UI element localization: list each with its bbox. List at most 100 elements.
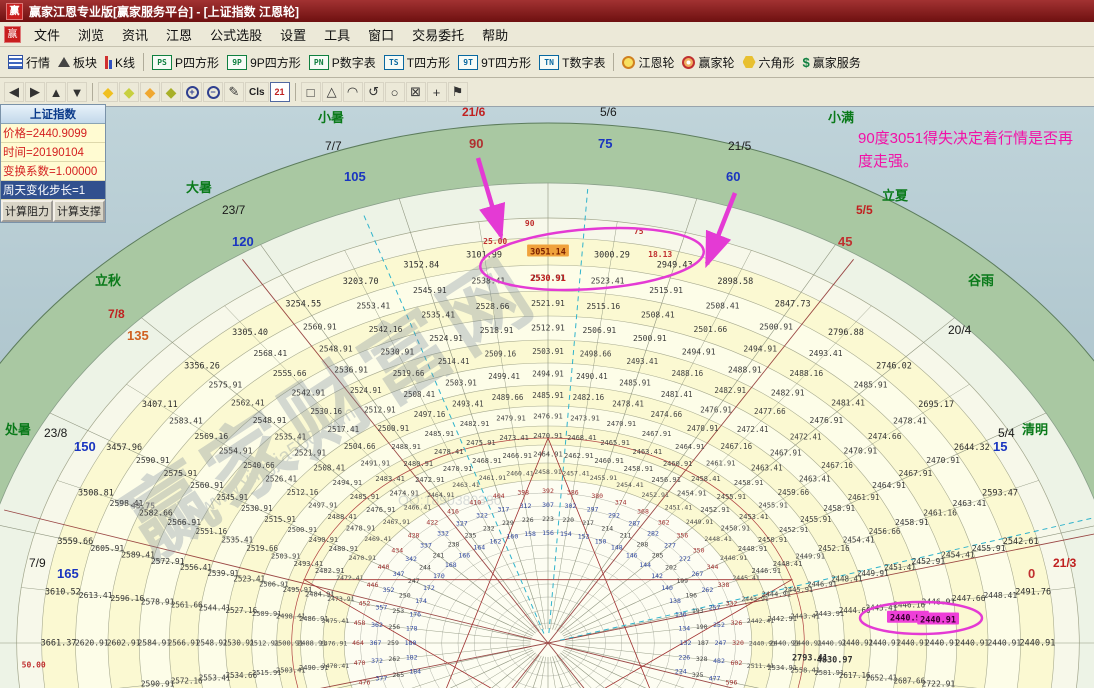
toolbar-separator xyxy=(92,83,93,101)
svg-text:2455.91: 2455.91 xyxy=(590,474,617,482)
diamond-orange-icon: ◆ xyxy=(145,82,156,102)
svg-text:226: 226 xyxy=(522,516,534,524)
move-cross-tool-button[interactable]: + xyxy=(427,82,447,102)
rotate-tool-button[interactable]: ↺ xyxy=(364,82,384,102)
svg-text:2493.41: 2493.41 xyxy=(452,399,484,408)
svg-text:262: 262 xyxy=(388,655,400,663)
svg-text:0: 0 xyxy=(1028,566,1035,581)
svg-text:3254.55: 3254.55 xyxy=(285,300,321,310)
svg-text:244: 244 xyxy=(419,564,431,572)
svg-text:253: 253 xyxy=(392,607,404,615)
svg-text:2464.91: 2464.91 xyxy=(675,443,705,451)
toolbar-button-T数字表[interactable]: TNT数字表 xyxy=(535,52,609,73)
menu-item-设置[interactable]: 设置 xyxy=(271,23,315,46)
svg-text:150: 150 xyxy=(74,439,96,454)
menu-item-资讯[interactable]: 资讯 xyxy=(113,23,157,46)
svg-text:2455.91: 2455.91 xyxy=(717,493,747,501)
app-icon: 赢 xyxy=(6,3,23,20)
menu-item-帮助[interactable]: 帮助 xyxy=(473,23,517,46)
svg-text:140: 140 xyxy=(661,584,673,592)
clear-button[interactable]: Cls xyxy=(245,82,269,102)
flag-tool-button[interactable]: ⚑ xyxy=(448,82,468,102)
toolbar-button-江恩轮[interactable]: 江恩轮 xyxy=(618,52,678,73)
svg-text:60: 60 xyxy=(726,169,740,184)
svg-text:214: 214 xyxy=(601,524,613,532)
menu-item-交易委托[interactable]: 交易委托 xyxy=(403,23,473,46)
svg-text:2575.91: 2575.91 xyxy=(209,380,243,389)
svg-text:2482.91: 2482.91 xyxy=(771,389,805,398)
svg-text:178: 178 xyxy=(406,625,418,633)
svg-text:25.00: 25.00 xyxy=(483,237,507,246)
toolbar-button-P四方形[interactable]: PSP四方形 xyxy=(148,52,223,73)
rect-tool-button[interactable]: □ xyxy=(301,82,321,102)
svg-text:2457.41: 2457.41 xyxy=(562,470,589,478)
toolbar-button-T四方形[interactable]: TST四方形 xyxy=(380,52,454,73)
svg-text:2521.91: 2521.91 xyxy=(294,448,326,457)
menu-item-浏览[interactable]: 浏览 xyxy=(69,23,113,46)
zoom-out-button[interactable]: − xyxy=(203,82,223,102)
svg-text:202: 202 xyxy=(665,564,677,572)
svg-text:2485.91: 2485.91 xyxy=(854,380,888,389)
svg-text:2463.41: 2463.41 xyxy=(452,481,479,489)
calendar-21-button[interactable]: 21 xyxy=(270,82,290,102)
menu-item-文件[interactable]: 文件 xyxy=(25,23,69,46)
diamond-yellow-button[interactable]: ◆ xyxy=(98,82,118,102)
dashed-box-tool-button[interactable]: ⊠ xyxy=(406,82,426,102)
svg-text:2488.16: 2488.16 xyxy=(672,369,704,378)
svg-text:2500.91: 2500.91 xyxy=(759,322,793,331)
svg-text:226: 226 xyxy=(678,653,690,661)
menu-item-公式选股[interactable]: 公式选股 xyxy=(201,23,271,46)
toolbar-button-K线[interactable]: K线 xyxy=(101,52,139,73)
pencil-button[interactable]: ✎ xyxy=(224,82,244,102)
toolbar-button-赢家服务[interactable]: $赢家服务 xyxy=(799,52,865,73)
menu-item-江恩[interactable]: 江恩 xyxy=(157,23,201,46)
svg-text:50.00: 50.00 xyxy=(22,660,46,669)
menu-item-工具[interactable]: 工具 xyxy=(315,23,359,46)
back-button[interactable]: ◀ xyxy=(4,82,24,102)
toolbar-button-六角形[interactable]: 六角形 xyxy=(739,52,799,73)
circle-tool-button[interactable]: ○ xyxy=(385,82,405,102)
svg-text:150: 150 xyxy=(595,537,607,545)
diamond-yellow-icon: ◆ xyxy=(103,82,114,102)
toolbar-button-赢家轮[interactable]: 赢家轮 xyxy=(678,52,738,73)
calc-support-button[interactable]: 计算支撑 xyxy=(53,200,105,222)
up-triangle-button[interactable]: ▲ xyxy=(46,82,66,102)
zoom-in-button[interactable]: + xyxy=(182,82,202,102)
svg-text:2460.91: 2460.91 xyxy=(594,457,624,465)
toolbar-button-9T四方形[interactable]: 9T9T四方形 xyxy=(454,52,535,73)
svg-text:2512.91: 2512.91 xyxy=(531,324,565,333)
svg-text:2440.91: 2440.91 xyxy=(897,639,929,648)
menu-item-窗口[interactable]: 窗口 xyxy=(359,23,403,46)
P四方形-icon: PS xyxy=(152,55,172,70)
svg-text:2467.91: 2467.91 xyxy=(383,518,410,526)
svg-text:2494.91: 2494.91 xyxy=(333,479,363,487)
svg-text:180: 180 xyxy=(405,639,417,647)
svg-text:2452.91: 2452.91 xyxy=(700,506,730,514)
diamond-dark-button[interactable]: ◆ xyxy=(161,82,181,102)
六角形-icon xyxy=(743,56,756,68)
svg-text:602: 602 xyxy=(731,659,743,667)
forward-button[interactable]: ▶ xyxy=(25,82,45,102)
filter-button[interactable]: ▼ xyxy=(67,82,87,102)
svg-text:大暑: 大暑 xyxy=(186,180,212,195)
svg-text:2530.91: 2530.91 xyxy=(530,274,566,284)
svg-text:476: 476 xyxy=(359,678,371,686)
svg-text:325: 325 xyxy=(692,671,704,679)
svg-text:208: 208 xyxy=(637,541,649,549)
diamond-orange-button[interactable]: ◆ xyxy=(140,82,160,102)
calc-resistance-button[interactable]: 计算阻力 xyxy=(1,200,53,222)
svg-text:247: 247 xyxy=(715,639,727,647)
toolbar-button-P数字表[interactable]: PNP数字表 xyxy=(305,52,380,73)
T数字表-icon: TN xyxy=(539,55,559,70)
svg-text:2545.91: 2545.91 xyxy=(217,493,249,502)
toolbar-label: 行情 xyxy=(26,54,50,71)
toolbar-button-板块[interactable]: 板块 xyxy=(54,52,101,73)
svg-text:3000.29: 3000.29 xyxy=(594,250,630,260)
toolbar-button-9P四方形[interactable]: 9P9P四方形 xyxy=(223,52,305,73)
triangle-tool-button[interactable]: △ xyxy=(322,82,342,102)
svg-text:2519.66: 2519.66 xyxy=(246,544,278,553)
arc-tool-button[interactable]: ◠ xyxy=(343,82,363,102)
svg-text:2746.02: 2746.02 xyxy=(876,362,912,372)
toolbar-button-行情[interactable]: 行情 xyxy=(4,52,54,73)
diamond-olive-button[interactable]: ◆ xyxy=(119,82,139,102)
